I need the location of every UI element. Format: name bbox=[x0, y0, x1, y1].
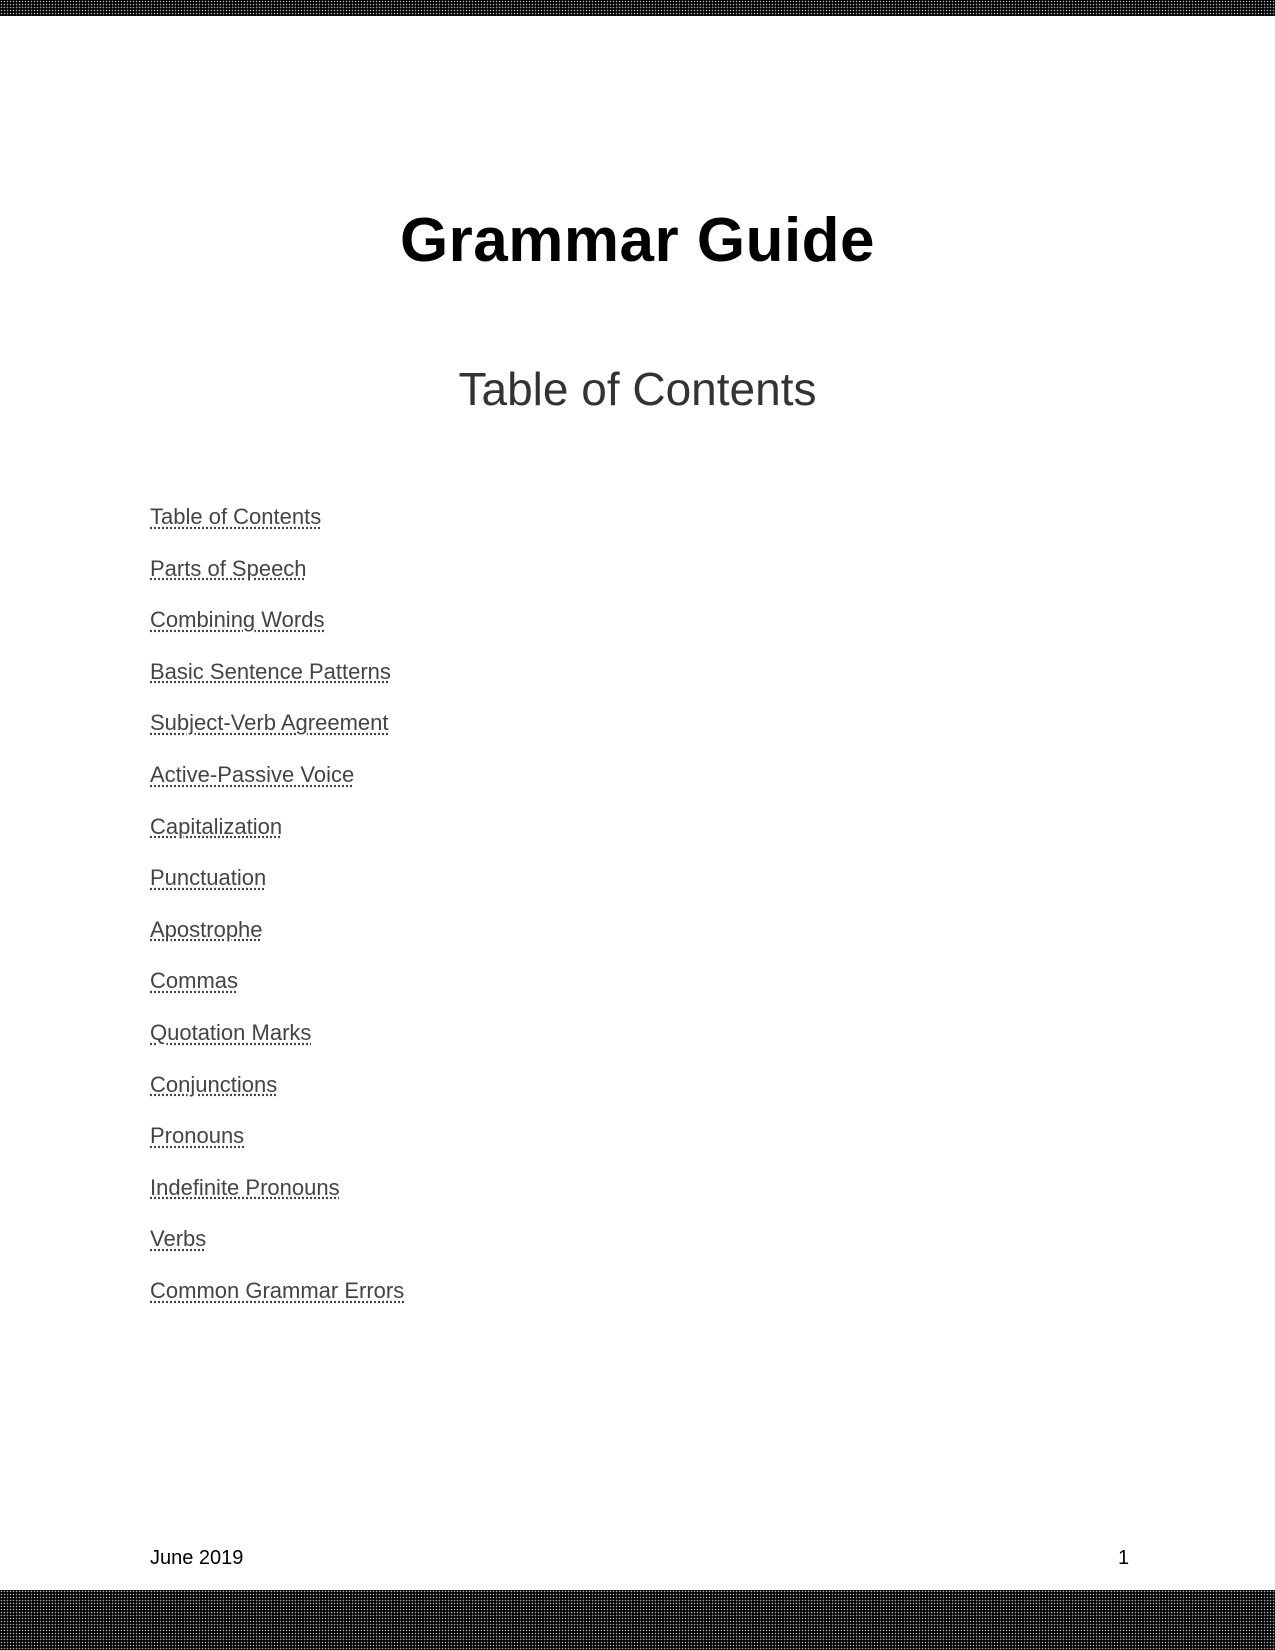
toc-link-commas[interactable]: Commas bbox=[150, 968, 238, 993]
toc-heading: Table of Contents bbox=[458, 363, 817, 415]
toc-item: Quotation Marks bbox=[150, 1020, 404, 1072]
toc-item: Conjunctions bbox=[150, 1072, 404, 1124]
toc-link-apostrophe[interactable]: Apostrophe bbox=[150, 917, 263, 942]
toc-link-capitalization[interactable]: Capitalization bbox=[150, 814, 282, 839]
toc-item: Punctuation bbox=[150, 865, 404, 917]
page-number: 1 bbox=[1118, 1547, 1130, 1569]
toc-link-verbs[interactable]: Verbs bbox=[150, 1226, 206, 1251]
toc-link-conjunctions[interactable]: Conjunctions bbox=[150, 1072, 277, 1097]
toc-link-punctuation[interactable]: Punctuation bbox=[150, 865, 266, 890]
toc-link-parts-of-speech[interactable]: Parts of Speech bbox=[150, 556, 307, 581]
footer-date: June 2019 bbox=[150, 1547, 244, 1569]
toc-item: Apostrophe bbox=[150, 917, 404, 969]
toc-item: Table of Contents bbox=[150, 504, 404, 556]
toc-item: Parts of Speech bbox=[150, 556, 404, 608]
toc-link-pronouns[interactable]: Pronouns bbox=[150, 1123, 244, 1148]
toc-link-basic-sentence-patterns[interactable]: Basic Sentence Patterns bbox=[150, 659, 391, 684]
toc-item: Indefinite Pronouns bbox=[150, 1175, 404, 1227]
toc-item: Active-Passive Voice bbox=[150, 762, 404, 814]
toc-link-table-of-contents[interactable]: Table of Contents bbox=[150, 504, 321, 529]
toc-link-combining-words[interactable]: Combining Words bbox=[150, 607, 324, 632]
toc-item: Combining Words bbox=[150, 607, 404, 659]
toc-item: Subject-Verb Agreement bbox=[150, 710, 404, 762]
toc-item: Commas bbox=[150, 968, 404, 1020]
toc-item: Common Grammar Errors bbox=[150, 1278, 404, 1330]
toc-item: Pronouns bbox=[150, 1123, 404, 1175]
toc-link-indefinite-pronouns[interactable]: Indefinite Pronouns bbox=[150, 1175, 340, 1200]
toc-link-quotation-marks[interactable]: Quotation Marks bbox=[150, 1020, 311, 1045]
bottom-scan-band bbox=[0, 1590, 1275, 1650]
toc-item: Verbs bbox=[150, 1226, 404, 1278]
toc-item: Basic Sentence Patterns bbox=[150, 659, 404, 711]
toc-link-common-grammar-errors[interactable]: Common Grammar Errors bbox=[150, 1278, 404, 1303]
top-scan-band bbox=[0, 0, 1275, 16]
table-of-contents: Table of Contents Parts of Speech Combin… bbox=[150, 504, 404, 1330]
toc-link-subject-verb-agreement[interactable]: Subject-Verb Agreement bbox=[150, 710, 388, 735]
toc-item: Capitalization bbox=[150, 814, 404, 866]
toc-link-active-passive-voice[interactable]: Active-Passive Voice bbox=[150, 762, 354, 787]
document-title: Grammar Guide bbox=[399, 206, 876, 275]
